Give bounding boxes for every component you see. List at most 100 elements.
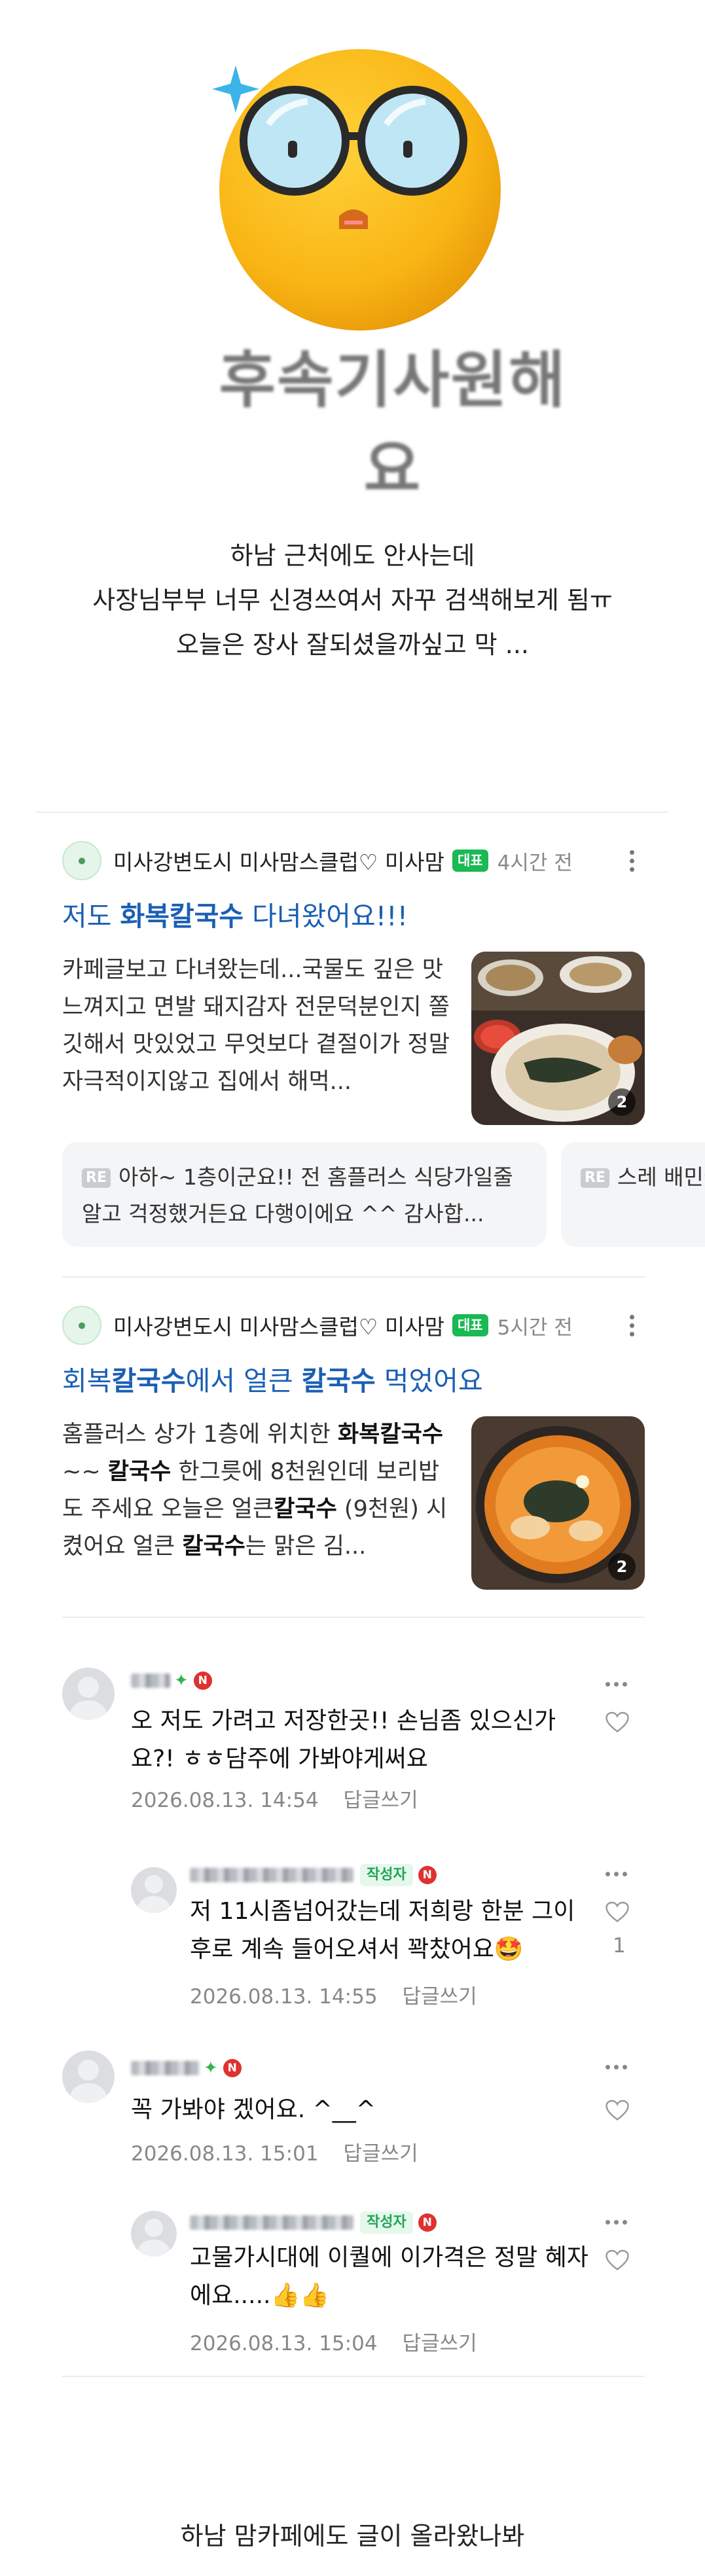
glasses-emoji-sticker: 후속기사원해요 bbox=[196, 26, 589, 505]
comment-date: 2026.08.13. 14:55 bbox=[190, 1985, 378, 2009]
title-text: 회복 bbox=[62, 1365, 112, 1397]
like-count: 1 bbox=[613, 1934, 626, 1958]
reply-preview-card[interactable]: RE 스레 배민에 칮 bbox=[561, 1142, 705, 1247]
title-text: 다녀왔어요!!! bbox=[244, 901, 408, 932]
nickname-blurred bbox=[190, 2215, 353, 2230]
excerpt-keyword: 칼국수 bbox=[182, 1533, 245, 1560]
naver-n-icon: N bbox=[193, 1672, 212, 1690]
post-thumbnail[interactable]: 2 bbox=[471, 1416, 645, 1590]
comment-author[interactable]: ✦ N bbox=[131, 1669, 212, 1692]
avatar[interactable] bbox=[131, 2211, 177, 2257]
nickname-blurred bbox=[131, 2061, 200, 2075]
divider bbox=[62, 1617, 645, 1618]
reply-button[interactable]: 답글쓰기 bbox=[403, 2332, 477, 2355]
sprout-icon: ✦ bbox=[174, 1671, 189, 1690]
comment-date: 2026.08.13. 15:01 bbox=[131, 2142, 319, 2166]
avatar[interactable] bbox=[131, 1867, 177, 1913]
comment-meta: 2026.08.13. 14:55 답글쓰기 bbox=[190, 1980, 477, 2009]
comment-author[interactable]: 작성자 N bbox=[190, 1863, 437, 1887]
comment-text: 오 저도 가려고 저장한곳!! 손님좀 있으신가요?! ㅎㅎ담주에 가봐야게써요 bbox=[131, 1708, 556, 1772]
title-text: 먹었어요 bbox=[375, 1365, 483, 1397]
post-time: 5시간 전 bbox=[497, 1315, 573, 1340]
sprout-icon: ✦ bbox=[204, 2058, 218, 2078]
reply-button[interactable]: 답글쓰기 bbox=[344, 1789, 418, 1812]
cafe-name[interactable]: 미사강변도시 미사맘스클럽♡ 미사맘 bbox=[113, 1310, 444, 1341]
reply-preview-text: 아하~ 1층이군요!! 전 홈플러스 식당가일줄 알고 걱정했거든요 다행이에요… bbox=[82, 1164, 513, 1226]
naver-n-icon: N bbox=[223, 2059, 242, 2077]
excerpt-keyword: 화복칼국수 bbox=[337, 1422, 443, 1448]
image-count-badge: 2 bbox=[608, 1088, 636, 1116]
reply-button[interactable]: 답글쓰기 bbox=[403, 1985, 477, 2009]
divider bbox=[62, 1276, 645, 1278]
comment-meta: 2026.08.13. 15:04 답글쓰기 bbox=[190, 2327, 477, 2356]
comment-author[interactable]: ✦ N bbox=[131, 2056, 242, 2080]
title-keyword: 칼국수 bbox=[301, 1365, 376, 1397]
post-title[interactable]: 회복칼국수에서 얼큰 칼국수 먹었어요 bbox=[62, 1361, 645, 1401]
avatar[interactable] bbox=[62, 1668, 115, 1720]
comment-meta: 2026.08.13. 15:01 답글쓰기 bbox=[131, 2137, 418, 2166]
intro-line-2: 사장님부부 너무 신경쓰여서 자꾸 검색해보게 됨ㅠ bbox=[92, 586, 613, 615]
naver-n-icon: N bbox=[418, 1866, 437, 1884]
rep-badge: 대표 bbox=[452, 850, 488, 872]
cafe-name[interactable]: 미사강변도시 미사맘스클럽♡ 미사맘 bbox=[113, 845, 444, 876]
intro-line-3: 오늘은 장사 잘되셨을까싶고 막 ... bbox=[175, 630, 530, 659]
comment-date: 2026.08.13. 15:04 bbox=[190, 2332, 378, 2355]
excerpt-keyword: 칼국수 bbox=[107, 1459, 172, 1485]
comment-text: 저 11시좀넘어갔는데 저희랑 한분 그이후로 계속 들어오셔서 꽉찼어요🤩 bbox=[190, 1898, 575, 1963]
post-header: ● 미사강변도시 미사맘스클럽♡ 미사맘 대표 4시간 전 bbox=[62, 838, 645, 884]
comment-text: 고물가시대에 이퀄에 이가격은 정말 혜자에요.....👍👍 bbox=[190, 2244, 588, 2309]
re-tag: RE bbox=[581, 1168, 609, 1188]
reply-preview-card[interactable]: RE 아하~ 1층이군요!! 전 홈플러스 식당가일줄 알고 걱정했거든요 다행이… bbox=[62, 1142, 547, 1247]
heart-outline-icon[interactable] bbox=[606, 1901, 629, 1923]
nickname-blurred bbox=[190, 1868, 353, 1882]
excerpt-text: 홈플러스 상가 1층에 위치한 bbox=[62, 1422, 338, 1448]
title-text: 에서 얼큰 bbox=[185, 1365, 302, 1397]
kebab-menu-icon[interactable] bbox=[619, 844, 645, 877]
excerpt-keyword: 칼국수 bbox=[274, 1496, 337, 1522]
comment-text: 꼭 가봐야 겠어요. ^__^ bbox=[131, 2096, 376, 2123]
post-title[interactable]: 저도 화복칼국수 다녀왔어요!!! bbox=[62, 897, 645, 936]
cafe-post-2[interactable]: ● 미사강변도시 미사맘스클럽♡ 미사맘 대표 5시간 전 회복칼국수에서 얼큰… bbox=[62, 1302, 645, 1590]
excerpt-text: 는 맑은 김... bbox=[245, 1533, 367, 1560]
comment-date: 2026.08.13. 14:54 bbox=[131, 1789, 319, 1812]
title-keyword: 칼국수 bbox=[111, 1365, 186, 1397]
post-thumbnail[interactable]: 2 bbox=[471, 952, 645, 1125]
heart-outline-icon[interactable] bbox=[606, 2100, 629, 2122]
post-excerpt[interactable]: 홈플러스 상가 1층에 위치한 화복칼국수 ~~ 칼국수 한그릇에 8천원인데 … bbox=[62, 1416, 452, 1590]
kebab-menu-icon[interactable] bbox=[619, 1309, 645, 1342]
avatar[interactable] bbox=[62, 2050, 115, 2103]
naver-n-icon: N bbox=[418, 2213, 437, 2232]
cafe-logo-icon: ● bbox=[62, 841, 101, 880]
post-excerpt[interactable]: 카페글보고 다녀왔는데...국물도 깊은 맛 느껴지고 면발 돼지감자 전문덕분… bbox=[62, 952, 452, 1125]
comment-meta: 2026.08.13. 14:54 답글쓰기 bbox=[131, 1783, 418, 1813]
nickname-blurred bbox=[131, 1673, 170, 1688]
sticker-caption: 후속기사원해요 bbox=[219, 345, 567, 505]
kebab-menu-icon[interactable] bbox=[606, 1872, 627, 1876]
kebab-menu-icon[interactable] bbox=[606, 2220, 627, 2225]
re-tag: RE bbox=[82, 1168, 111, 1188]
reply-preview-text: 스레 배민에 칮 bbox=[617, 1164, 705, 1190]
intro-text: 하남 근처에도 안사는데 사장님부부 너무 신경쓰여서 자꾸 검색해보게 됨ㅠ … bbox=[0, 533, 705, 667]
glasses-face-icon bbox=[212, 49, 501, 331]
cafe-logo-icon: ● bbox=[62, 1306, 101, 1345]
title-keyword: 화복칼국수 bbox=[120, 901, 244, 932]
author-badge: 작성자 bbox=[360, 2211, 413, 2234]
reply-button[interactable]: 답글쓰기 bbox=[344, 2142, 418, 2166]
kebab-menu-icon[interactable] bbox=[606, 2065, 627, 2069]
rep-badge: 대표 bbox=[452, 1314, 488, 1336]
heart-outline-icon[interactable] bbox=[606, 2249, 629, 2272]
author-badge: 작성자 bbox=[360, 1864, 413, 1886]
excerpt-text: ~~ bbox=[62, 1459, 108, 1485]
comment-author[interactable]: 작성자 N bbox=[190, 2211, 437, 2234]
title-text: 저도 bbox=[62, 901, 120, 932]
intro-line-1: 하남 근처에도 안사는데 bbox=[230, 541, 475, 570]
kebab-menu-icon[interactable] bbox=[606, 1682, 627, 1687]
reply-preview-carousel[interactable]: RE 아하~ 1층이군요!! 전 홈플러스 식당가일줄 알고 걱정했거든요 다행이… bbox=[62, 1142, 705, 1247]
outro-text: 하남 맘카페에도 글이 올라왔나봐 bbox=[180, 2522, 525, 2550]
post-time: 4시간 전 bbox=[497, 851, 573, 875]
divider bbox=[36, 812, 668, 813]
heart-outline-icon[interactable] bbox=[606, 1711, 629, 1734]
cafe-post-1[interactable]: ● 미사강변도시 미사맘스클럽♡ 미사맘 대표 4시간 전 저도 화복칼국수 다… bbox=[62, 838, 645, 1125]
post-header: ● 미사강변도시 미사맘스클럽♡ 미사맘 대표 5시간 전 bbox=[62, 1302, 645, 1348]
image-count-badge: 2 bbox=[608, 1553, 636, 1581]
